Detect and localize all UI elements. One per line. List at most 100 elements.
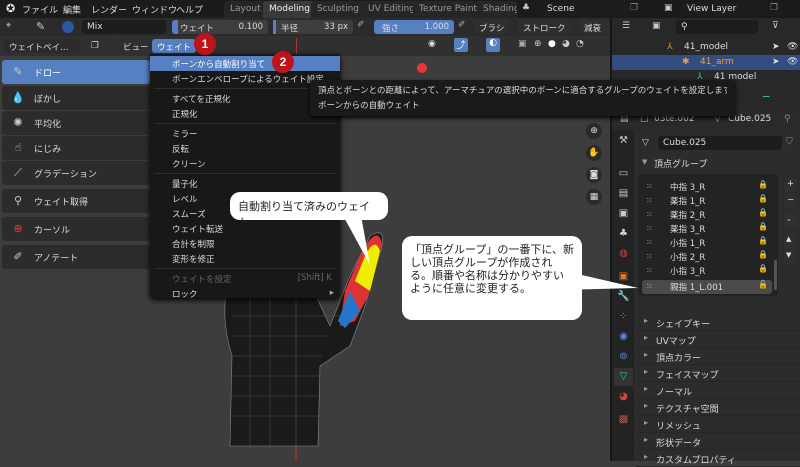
shading-rendered-icon[interactable]: ◔ (576, 39, 584, 49)
lock-icon[interactable]: 🔒 (758, 194, 768, 203)
panel-geometry-data[interactable]: 形状データ (636, 433, 800, 450)
mode-dropdown[interactable]: ウェイトペイ… (4, 39, 80, 53)
menu-window[interactable]: ウィンドウ (132, 3, 177, 16)
select-icon[interactable]: ➤ (772, 42, 780, 52)
menu-item-limit-total[interactable]: 合計を制限 (150, 236, 340, 251)
view-layer-icon[interactable]: ▣ (664, 3, 673, 13)
shading-material-icon[interactable]: ◕ (562, 39, 570, 49)
xray-icon[interactable]: ▣ (518, 39, 527, 49)
lock-icon[interactable]: 🔒 (758, 250, 768, 259)
tab-tool-icon[interactable]: ⚒ (614, 132, 633, 150)
weight-slider[interactable]: ウェイト 0.100 (172, 20, 268, 34)
tool-blur[interactable]: 💧 ぼかし (2, 86, 150, 110)
tab-particles-icon[interactable]: ⁘ (614, 308, 633, 326)
lock-icon[interactable]: 🔒 (758, 208, 768, 217)
tab-shading[interactable]: Shading (477, 1, 517, 18)
vertex-group-item[interactable]: ⁙ 中指 3_R 🔒 (642, 180, 772, 194)
outliner-row-41-arm[interactable]: ✱ 41_arm ➤ 👁 (612, 55, 800, 70)
tab-data-icon[interactable]: ▽ (614, 368, 633, 386)
gizmo-icon[interactable]: ⤴ (454, 38, 468, 52)
move-up-button[interactable]: ▲ (784, 234, 798, 248)
vertex-group-item[interactable]: ⁙ 小指 3_R 🔒 (642, 264, 772, 278)
select-icon[interactable]: ➤ (772, 57, 780, 67)
add-group-button[interactable]: + (784, 178, 798, 192)
tool-annotate[interactable]: ✐ アノテート (2, 245, 150, 269)
tool-average[interactable]: ✺ 平均化 (2, 111, 150, 135)
scene-field[interactable]: Scene (542, 2, 626, 16)
tab-output-icon[interactable]: ▤ (614, 185, 633, 203)
context-mesh[interactable]: Cube.025 (728, 114, 771, 124)
panel-face-maps[interactable]: フェイスマップ (636, 365, 800, 382)
menu-view[interactable]: ビュー (118, 39, 154, 53)
tab-sculpting[interactable]: Sculpting (311, 1, 366, 18)
view-toggle-icon[interactable]: ❐ (86, 39, 112, 53)
tab-constraints-icon[interactable]: ⊚ (614, 348, 633, 366)
menu-item-assign-automatic[interactable]: ボーンから自動割り当て (150, 56, 340, 71)
display-mode-icon[interactable]: ☰ (622, 21, 630, 31)
menu-edit[interactable]: 編集 (63, 3, 81, 16)
menu-item-invert[interactable]: 反転 (150, 141, 340, 156)
menu-item-fix-deforms[interactable]: 変形を修正 (150, 251, 340, 266)
brush-preview-icon[interactable] (62, 21, 74, 33)
mesh-browse-icon[interactable]: ▽ (642, 138, 649, 148)
new-view-layer-icon[interactable]: ❐ (770, 3, 778, 13)
tab-physics-icon[interactable]: ◉ (614, 328, 633, 346)
brush-dropdown[interactable]: ブラシ (474, 20, 510, 34)
menu-item-clean[interactable]: クリーン (150, 156, 340, 171)
menu-weight[interactable]: ウェイト (152, 39, 197, 53)
scene-icon[interactable]: ♣ (522, 3, 530, 13)
shading-solid-icon[interactable]: ● (548, 39, 556, 49)
lock-icon[interactable]: 🔒 (758, 180, 768, 189)
panel-custom-properties[interactable]: カスタムプロパティ (636, 450, 800, 467)
move-down-button[interactable]: ▼ (784, 250, 798, 264)
radius-pressure-icon[interactable]: ✐ (357, 20, 365, 30)
outliner-search-input[interactable]: ⚲ (676, 20, 758, 34)
tool-draw[interactable]: ✎ ドロー (2, 60, 150, 84)
tab-view-layer-icon[interactable]: ▣ (614, 205, 633, 223)
falloff-dropdown[interactable]: 減衰 (579, 20, 609, 34)
tool-gradient[interactable]: ⟋ グラデーション (2, 161, 150, 185)
pin-icon[interactable]: ⚲ (784, 114, 791, 124)
tab-scene-icon[interactable]: ♣ (614, 225, 633, 243)
brush-icon[interactable]: ✎ (36, 20, 45, 33)
tool-cursor[interactable]: ⊕ カーソル (2, 217, 150, 241)
vertex-group-item[interactable]: ⁙ 薬指 1_R 🔒 (642, 194, 772, 208)
visibility-icon[interactable]: ◉ (428, 39, 436, 49)
vertex-group-item[interactable]: ⁙ 小指 2_R 🔒 (642, 250, 772, 264)
specials-menu-button[interactable]: ⌄ (784, 214, 798, 228)
eye-icon[interactable]: 👁 (787, 42, 798, 52)
vertex-group-item[interactable]: ⁙ 薬指 3_R 🔒 (642, 222, 772, 236)
collapse-arrow-icon[interactable]: ▼ (642, 158, 647, 166)
radius-slider[interactable]: 半径 33 px (273, 20, 353, 34)
menu-render[interactable]: レンダー (91, 3, 127, 16)
panel-remesh[interactable]: リメッシュ (636, 416, 800, 433)
mesh-name-field[interactable]: Cube.025 (658, 136, 782, 150)
tool-smear[interactable]: ☝ にじみ (2, 136, 150, 160)
menu-item-mirror[interactable]: ミラー (150, 126, 340, 141)
tab-world-icon[interactable]: ◍ (614, 245, 633, 263)
menu-file[interactable]: ファイル (22, 3, 58, 16)
strength-slider[interactable]: 強さ 1.000 (374, 20, 454, 34)
unlock-icon[interactable]: 🔓 (758, 280, 768, 289)
lock-icon[interactable]: 🔒 (758, 222, 768, 231)
panel-vertex-colors[interactable]: 頂点カラー (636, 348, 800, 365)
outliner-row-41-model[interactable]: ⅄ 41_model ➤ 👁 (612, 40, 800, 55)
overlay-icon[interactable]: ◐ (486, 38, 500, 52)
remove-group-button[interactable]: − (784, 194, 798, 208)
tab-render-icon[interactable]: ▭ (614, 165, 633, 183)
vertex-group-item[interactable]: ⁙ 小指 1_R 🔒 (642, 236, 772, 250)
new-scene-icon[interactable]: ❐ (630, 3, 638, 13)
zoom-icon[interactable]: ⊕ (586, 123, 602, 139)
panel-normals[interactable]: ノーマル (636, 382, 800, 399)
tab-layout[interactable]: Layout (224, 1, 267, 18)
view-layer-field[interactable]: View Layer (682, 2, 766, 16)
lock-icon[interactable]: 🔒 (758, 264, 768, 273)
pan-hand-icon[interactable]: ✋ (586, 145, 602, 161)
panel-texture-space[interactable]: テクスチャ空間 (636, 399, 800, 416)
menu-item-lock[interactable]: ロック ▸ (150, 286, 340, 301)
menu-item-quantize[interactable]: 量子化 (150, 176, 340, 191)
tab-texture-paint[interactable]: Texture Paint (413, 1, 484, 18)
tab-material-icon[interactable]: ◕ (614, 388, 633, 406)
vertex-group-item-selected[interactable]: ⁙ 親指 1_L.001 🔓 (642, 280, 772, 294)
grid-icon[interactable]: ▦ (586, 189, 602, 205)
